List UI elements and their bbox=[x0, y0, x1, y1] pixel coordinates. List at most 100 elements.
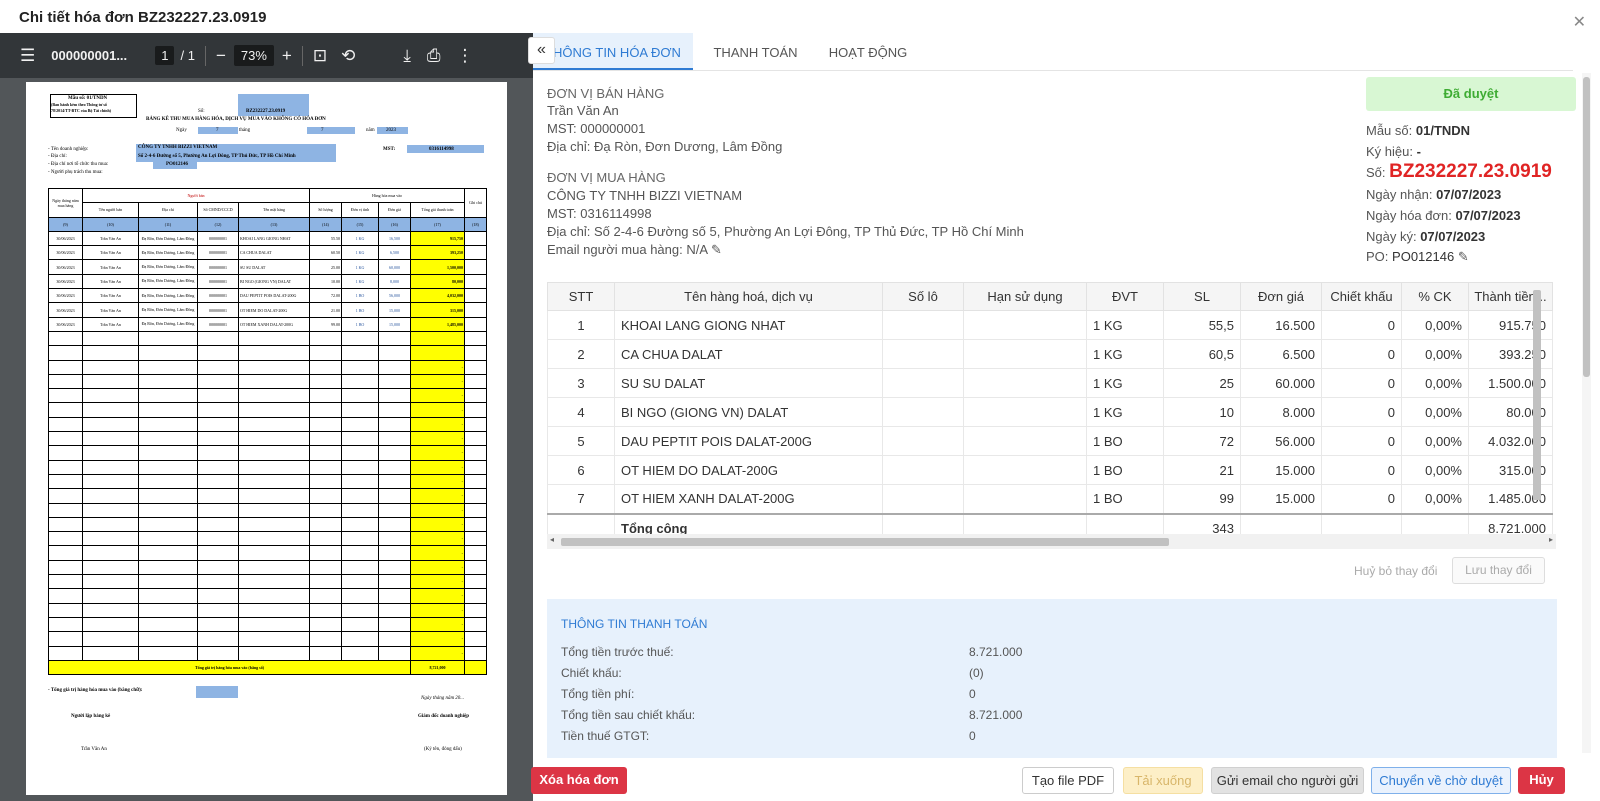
create-pdf-button[interactable]: Tạo file PDF bbox=[1022, 767, 1114, 794]
table-cell[interactable]: 0 bbox=[1321, 339, 1402, 369]
table-cell[interactable]: OT HIEM DO DALAT-200G bbox=[614, 455, 883, 485]
table-cell[interactable]: 10 bbox=[1163, 397, 1241, 427]
table-cell[interactable]: 0,00% bbox=[1401, 368, 1469, 398]
cancel-invoice-button[interactable]: Hủy bbox=[1518, 767, 1565, 794]
move-to-pending-button[interactable]: Chuyển về chờ duyệt bbox=[1371, 767, 1511, 794]
table-cell[interactable]: 15.000 bbox=[1240, 484, 1322, 514]
print-icon[interactable]: ⎙ bbox=[427, 46, 441, 66]
tab-invoice-info[interactable]: THÔNG TIN HÓA ĐƠN bbox=[533, 33, 693, 70]
table-cell[interactable]: 72 bbox=[1163, 426, 1241, 456]
table-cell[interactable]: 25 bbox=[1163, 368, 1241, 398]
table-row[interactable]: 5 DAU PEPTIT POIS DALAT-200G 1 BO 72 56.000 0… bbox=[547, 426, 1553, 456]
undo-changes-button[interactable]: Huỷ bỏ thay đổi bbox=[1354, 564, 1437, 578]
table-cell[interactable]: 0 bbox=[1321, 484, 1402, 514]
table-cell[interactable]: 0,00% bbox=[1401, 455, 1469, 485]
table-row[interactable]: 4 BI NGO (GIONG VN) DALAT 1 KG 10 8.000 0 0,00… bbox=[547, 397, 1553, 427]
table-cell[interactable]: 15.000 bbox=[1240, 455, 1322, 485]
table-cell[interactable]: SU SU DALAT bbox=[614, 368, 883, 398]
table-cell[interactable]: 60.000 bbox=[1240, 368, 1322, 398]
table-cell[interactable]: 0,00% bbox=[1401, 484, 1469, 514]
table-cell[interactable]: KHOAI LANG GIONG NHAT bbox=[614, 310, 883, 340]
download-icon[interactable]: ⤓ bbox=[403, 46, 411, 66]
table-cell[interactable]: 56.000 bbox=[1240, 426, 1322, 456]
table-cell[interactable] bbox=[882, 484, 964, 514]
table-cell[interactable] bbox=[963, 339, 1087, 369]
table-cell[interactable] bbox=[963, 310, 1087, 340]
table-cell[interactable]: 0 bbox=[1321, 368, 1402, 398]
panel-scrollbar[interactable] bbox=[1582, 73, 1591, 753]
table-cell[interactable]: OT HIEM XANH DALAT-200G bbox=[614, 484, 883, 514]
tab-payment[interactable]: THANH TOÁN bbox=[693, 33, 818, 70]
table-row[interactable]: 3SU SU DALAT1 KG2560.00000,00%1.500.000K bbox=[547, 368, 1553, 398]
column-header[interactable]: Số lô bbox=[882, 282, 964, 311]
delete-invoice-button[interactable]: Xóa hóa đơn bbox=[531, 767, 627, 794]
table-cell[interactable]: 1 KG bbox=[1086, 310, 1164, 340]
table-cell[interactable] bbox=[882, 455, 964, 485]
download-button[interactable]: Tải xuống bbox=[1123, 767, 1203, 794]
table-cell[interactable] bbox=[882, 426, 964, 456]
table-cell[interactable]: 1 BO bbox=[1086, 426, 1164, 456]
zoom-level[interactable]: 73% bbox=[233, 45, 274, 66]
edit-po-icon[interactable]: ✎ bbox=[1458, 249, 1469, 264]
table-vertical-scrollbar[interactable] bbox=[1533, 290, 1541, 500]
table-horizontal-scrollbar[interactable]: ◂ ▸ bbox=[547, 534, 1556, 549]
table-cell[interactable] bbox=[882, 339, 964, 369]
table-cell[interactable]: CA CHUA DALAT bbox=[614, 339, 883, 369]
table-cell[interactable] bbox=[882, 310, 964, 340]
table-row[interactable]: 6 OT HIEM DO DALAT-200G 1 BO 21 15.000 0 0,00%… bbox=[547, 455, 1553, 485]
column-header[interactable]: STT bbox=[547, 282, 615, 311]
table-cell[interactable]: 1 KG bbox=[1086, 368, 1164, 398]
table-cell[interactable] bbox=[963, 455, 1087, 485]
fit-page-icon[interactable]: ⊡ bbox=[313, 46, 327, 66]
column-header[interactable]: ĐVT bbox=[1086, 282, 1164, 311]
zoom-out-icon[interactable]: − bbox=[216, 46, 226, 66]
rotate-icon[interactable]: ⟲ bbox=[341, 46, 355, 66]
table-cell[interactable] bbox=[963, 484, 1087, 514]
collapse-panel-button[interactable]: « bbox=[528, 37, 555, 64]
table-cell[interactable]: 8.000 bbox=[1240, 397, 1322, 427]
table-cell[interactable]: 55,5 bbox=[1163, 310, 1241, 340]
table-cell[interactable]: BI NGO (GIONG VN) DALAT bbox=[614, 397, 883, 427]
more-icon[interactable]: ⋮ bbox=[456, 46, 473, 66]
edit-email-icon[interactable]: ✎ bbox=[711, 242, 722, 257]
column-header[interactable]: Tên hàng hoá, dịch vụ bbox=[614, 282, 883, 311]
column-header[interactable]: Chiết khấu bbox=[1321, 282, 1402, 311]
table-cell[interactable]: 99 bbox=[1163, 484, 1241, 514]
tab-activity[interactable]: HOẠT ĐỘNG bbox=[818, 33, 918, 70]
table-cell[interactable] bbox=[963, 426, 1087, 456]
table-cell[interactable]: 0,00% bbox=[1401, 339, 1469, 369]
table-cell[interactable]: 0 bbox=[1321, 310, 1402, 340]
table-cell[interactable]: 0,00% bbox=[1401, 310, 1469, 340]
table-cell[interactable]: 60,5 bbox=[1163, 339, 1241, 369]
table-cell[interactable] bbox=[963, 368, 1087, 398]
column-header[interactable]: % CK bbox=[1401, 282, 1469, 311]
column-header[interactable]: Đơn giá bbox=[1240, 282, 1322, 311]
table-cell[interactable]: 0 bbox=[1321, 397, 1402, 427]
table-cell[interactable]: 1 BO bbox=[1086, 484, 1164, 514]
table-cell[interactable]: 0 bbox=[1321, 455, 1402, 485]
zoom-in-icon[interactable]: + bbox=[282, 46, 292, 66]
column-header[interactable]: SL bbox=[1163, 282, 1241, 311]
close-icon[interactable]: ✕ bbox=[1573, 12, 1586, 32]
save-changes-button[interactable]: Lưu thay đổi bbox=[1452, 557, 1545, 584]
table-cell[interactable]: 1 KG bbox=[1086, 397, 1164, 427]
table-cell[interactable] bbox=[963, 397, 1087, 427]
table-row[interactable]: 7 OT HIEM XANH DALAT-200G 1 BO 99 15.000 0 0,0… bbox=[547, 484, 1553, 514]
table-cell[interactable]: 1 BO bbox=[1086, 455, 1164, 485]
table-row[interactable]: 1 KHOAI LANG GIONG NHAT 1 KG 55,5 16.500 0 0,0… bbox=[547, 310, 1553, 340]
table-cell[interactable] bbox=[882, 368, 964, 398]
table-cell[interactable]: 16.500 bbox=[1240, 310, 1322, 340]
table-cell[interactable] bbox=[882, 397, 964, 427]
email-sender-button[interactable]: Gửi email cho người gửi bbox=[1211, 767, 1364, 794]
table-row[interactable]: 2 CA CHUA DALAT 1 KG 60,5 6.500 0 0,00% 393.250… bbox=[547, 339, 1553, 369]
table-cell[interactable]: 6.500 bbox=[1240, 339, 1322, 369]
table-cell[interactable]: 21 bbox=[1163, 455, 1241, 485]
table-cell[interactable]: 0 bbox=[1321, 426, 1402, 456]
column-header[interactable]: Hạn sử dụng bbox=[963, 282, 1087, 311]
table-cell[interactable]: 1 KG bbox=[1086, 339, 1164, 369]
menu-icon[interactable]: ☰ bbox=[20, 46, 35, 66]
table-cell[interactable]: 0,00% bbox=[1401, 397, 1469, 427]
table-cell[interactable]: DAU PEPTIT POIS DALAT-200G bbox=[614, 426, 883, 456]
table-cell[interactable]: 0,00% bbox=[1401, 426, 1469, 456]
page-number-input[interactable]: 1 bbox=[155, 46, 175, 65]
